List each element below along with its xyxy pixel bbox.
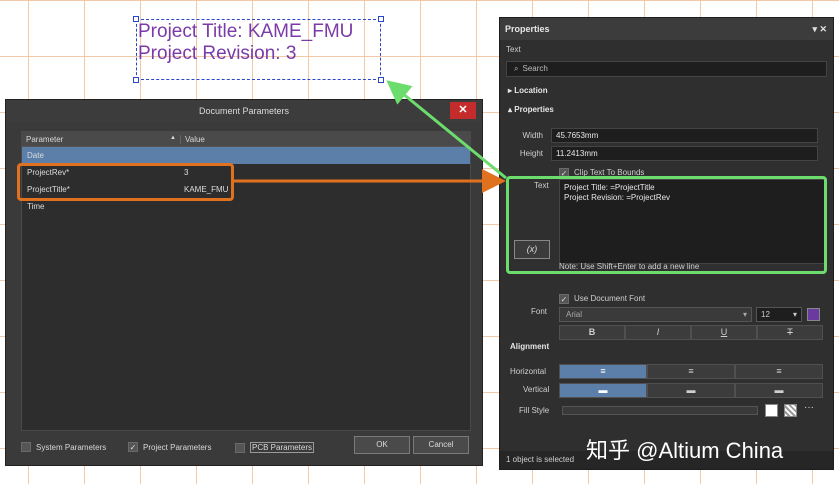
document-parameters-dialog: Document Parameters ✕ Parameter ▲ Value …: [5, 99, 483, 466]
font-family-select[interactable]: Arial ▾: [559, 307, 752, 322]
highlight-parameters-callout: [17, 163, 234, 201]
align-right-button[interactable]: ≡: [735, 364, 823, 379]
strikethrough-icon: T: [787, 327, 793, 337]
checkbox-label: Project Parameters: [143, 442, 212, 452]
watermark: 知乎 @Altium China: [586, 438, 784, 463]
properties-section-label: Properties: [514, 105, 554, 114]
align-left-button[interactable]: ≡: [559, 364, 647, 379]
column-header-value-label: Value: [185, 134, 205, 144]
use-document-font-label: Use Document Font: [574, 294, 646, 303]
resize-handle-bottom-left[interactable]: [133, 77, 139, 83]
search-input[interactable]: ⌕ Search: [506, 61, 827, 77]
font-size-value: 12: [761, 310, 770, 319]
system-parameters-checkbox[interactable]: System Parameters: [21, 442, 106, 452]
resize-handle-top-left[interactable]: [133, 16, 139, 22]
font-label: Font: [531, 307, 548, 316]
chevron-down-icon: ▾: [742, 310, 747, 319]
table-row-date[interactable]: Date: [22, 147, 470, 164]
fill-style-label: Fill Style: [519, 406, 550, 415]
height-row: Height 11.2413mm: [500, 146, 833, 161]
chevron-down-icon: ▴: [508, 105, 513, 114]
column-header-parameter-label: Parameter: [26, 134, 64, 144]
use-document-font-checkbox[interactable]: ✓ Use Document Font: [559, 291, 839, 306]
checkbox-label: System Parameters: [36, 442, 107, 452]
font-style-toolbar: B I U T: [559, 325, 823, 340]
italic-icon: I: [656, 327, 660, 337]
ok-button-label: OK: [376, 440, 388, 449]
column-header-value[interactable]: Value: [180, 134, 205, 144]
font-color-swatch[interactable]: [807, 308, 820, 321]
check-icon: ✓: [559, 293, 569, 304]
align-bottom-icon: ▬: [774, 385, 784, 395]
canvas-text-object[interactable]: Project Title: KAME_FMU Project Revision…: [133, 16, 384, 83]
bold-button[interactable]: B: [559, 325, 625, 340]
param-name: Time: [27, 202, 45, 211]
align-right-icon: ≡: [776, 366, 782, 376]
alignment-label: Alignment: [510, 342, 550, 351]
canvas-text-line-1: Project Title: KAME_FMU: [138, 21, 354, 42]
highlight-text-field-callout: [506, 176, 827, 274]
dialog-titlebar: Document Parameters ✕: [6, 100, 482, 122]
fill-color-swatch[interactable]: [765, 404, 778, 417]
more-options-icon[interactable]: ···: [804, 402, 814, 413]
resize-handle-top-right[interactable]: [378, 16, 384, 22]
column-header-parameter[interactable]: Parameter ▲: [22, 135, 180, 144]
fill-pattern-swatch[interactable]: [784, 404, 797, 417]
font-size-select[interactable]: 12 ▾: [756, 307, 802, 322]
checkbox-label: PCB Parameters: [250, 442, 315, 453]
sort-ascending-icon: ▲: [170, 134, 176, 141]
panel-header: Properties ▾ ✕: [500, 18, 833, 40]
ok-button[interactable]: OK: [354, 436, 410, 454]
close-icon: ✕: [458, 104, 468, 116]
chevron-right-icon: ▸: [508, 86, 513, 95]
align-top-icon: ▬: [598, 385, 608, 395]
align-center-button[interactable]: ≡: [647, 364, 735, 379]
panel-window-controls[interactable]: ▾ ✕: [812, 18, 827, 40]
location-section-toggle[interactable]: ▸ Location: [500, 79, 833, 95]
underline-button[interactable]: U: [691, 325, 757, 340]
dialog-title: Document Parameters: [198, 106, 290, 116]
align-bottom-button[interactable]: ▬: [735, 383, 823, 398]
height-field[interactable]: 11.2413mm: [551, 146, 818, 161]
align-center-icon: ≡: [688, 366, 694, 376]
vertical-alignment-toolbar: ▬ ▬ ▬: [559, 383, 823, 398]
cancel-button[interactable]: Cancel: [413, 436, 469, 454]
table-header: Parameter ▲ Value: [22, 132, 470, 147]
align-top-button[interactable]: ▬: [559, 383, 647, 398]
param-name: Date: [27, 151, 44, 160]
align-middle-icon: ▬: [686, 385, 696, 395]
search-placeholder: Search: [522, 64, 548, 73]
project-parameters-checkbox[interactable]: ✓ Project Parameters: [128, 442, 211, 452]
panel-title: Properties: [505, 24, 550, 34]
search-icon: ⌕: [514, 64, 519, 73]
horizontal-alignment-toolbar: ≡ ≡ ≡: [559, 364, 823, 379]
check-icon: ✓: [128, 442, 138, 452]
canvas-text-line-2: Project Revision: 3: [138, 43, 297, 64]
align-middle-button[interactable]: ▬: [647, 383, 735, 398]
close-button[interactable]: ✕: [450, 102, 476, 119]
chevron-down-icon: ▾: [792, 310, 797, 319]
width-label: Width: [522, 131, 543, 140]
checkbox-box: [21, 442, 31, 452]
width-field[interactable]: 45.7653mm: [551, 128, 818, 143]
font-family-value: Arial: [566, 310, 583, 319]
width-row: Width 45.7653mm: [500, 128, 833, 143]
strikethrough-button[interactable]: T: [757, 325, 823, 340]
italic-button[interactable]: I: [625, 325, 691, 340]
align-left-icon: ≡: [600, 366, 606, 376]
location-section-label: Location: [514, 86, 548, 95]
object-type-label: Text: [506, 45, 521, 54]
horizontal-label: Horizontal: [510, 367, 547, 376]
properties-section-toggle[interactable]: ▴ Properties: [500, 95, 833, 114]
checkbox-box: [235, 442, 245, 453]
height-label: Height: [519, 149, 543, 158]
pcb-parameters-checkbox[interactable]: PCB Parameters: [235, 442, 315, 453]
underline-icon: U: [720, 327, 728, 337]
cancel-button-label: Cancel: [428, 440, 454, 449]
fill-style-bar[interactable]: [562, 406, 758, 415]
resize-handle-bottom-right[interactable]: [378, 77, 384, 83]
bold-icon: B: [588, 327, 596, 337]
vertical-label: Vertical: [523, 385, 550, 394]
